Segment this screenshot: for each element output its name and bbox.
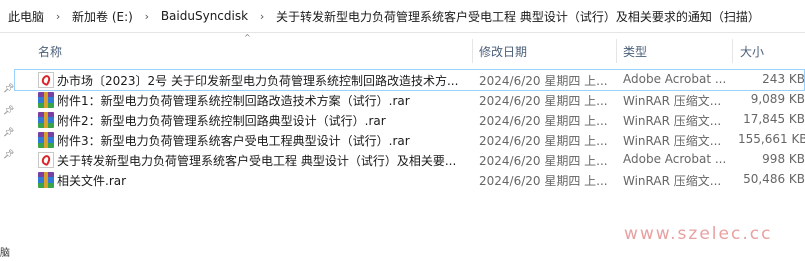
file-type: WinRAR 压缩文... bbox=[623, 94, 722, 108]
file-date-modified: 2024/6/20 星期四 上... bbox=[479, 134, 608, 148]
file-type: Adobe Acrobat ... bbox=[623, 152, 727, 166]
file-type: WinRAR 压缩文... bbox=[623, 134, 722, 148]
column-divider[interactable] bbox=[732, 39, 733, 63]
file-name: 相关文件.rar bbox=[57, 174, 127, 188]
column-header-type[interactable]: 类型 bbox=[623, 43, 647, 60]
pin-icon[interactable]: 📌︎ bbox=[3, 85, 14, 94]
file-size: 155,661 KB bbox=[738, 132, 805, 146]
file-date-modified: 2024/6/20 星期四 上... bbox=[479, 114, 608, 128]
file-type: WinRAR 压缩文... bbox=[623, 114, 722, 128]
nav-item-label[interactable]: 脑 bbox=[0, 244, 10, 259]
file-date-modified: 2024/6/20 星期四 上... bbox=[479, 74, 608, 88]
file-row[interactable]: 附件1：新型电力负荷管理系统控制回路改造技术方案（试行）.rar 2024/6/2… bbox=[14, 89, 805, 111]
pdf-icon bbox=[38, 152, 54, 168]
file-row[interactable]: 附件3：新型电力负荷管理系统客户受电工程典型设计（试行）.rar 2024/6/2… bbox=[14, 129, 805, 151]
file-row[interactable]: 关于转发新型电力负荷管理系统客户受电工程 典型设计（试行）及相关要... 2024… bbox=[14, 149, 805, 171]
sort-up-icon: ^ bbox=[244, 33, 251, 42]
file-size: 9,089 KB bbox=[750, 92, 805, 106]
file-size: 243 KB bbox=[762, 72, 805, 86]
rar-icon bbox=[38, 112, 54, 128]
watermark: www.szelec.cc bbox=[624, 224, 773, 244]
rar-icon bbox=[38, 92, 54, 108]
breadcrumb-drive-e[interactable]: 新加卷 (E:) bbox=[71, 8, 134, 25]
file-name: 附件1：新型电力负荷管理系统控制回路改造技术方案（试行）.rar bbox=[57, 94, 410, 108]
file-size: 17,845 KB bbox=[743, 112, 805, 126]
column-divider[interactable] bbox=[472, 39, 473, 63]
rar-icon bbox=[38, 132, 54, 148]
file-name: 办市场〔2023〕2号 关于印发新型电力负荷管理系统控制回路改造技术方... bbox=[57, 74, 459, 88]
rar-icon bbox=[38, 172, 54, 188]
file-row[interactable]: 办市场〔2023〕2号 关于印发新型电力负荷管理系统控制回路改造技术方... 20… bbox=[14, 69, 805, 91]
file-size: 998 KB bbox=[762, 152, 805, 166]
chevron-right-icon[interactable]: › bbox=[134, 10, 160, 23]
file-size: 50,486 KB bbox=[743, 172, 805, 186]
file-name: 附件2：新型电力负荷管理系统控制回路典型设计（试行）.rar bbox=[57, 114, 386, 128]
file-row[interactable]: 相关文件.rar 2024/6/20 星期四 上... WinRAR 压缩文... 5… bbox=[14, 169, 805, 191]
chevron-right-icon[interactable]: › bbox=[45, 10, 71, 23]
breadcrumb-current-folder[interactable]: 关于转发新型电力负荷管理系统客户受电工程 典型设计（试行）及相关要求的通知（扫描… bbox=[275, 8, 761, 25]
file-date-modified: 2024/6/20 星期四 上... bbox=[479, 174, 608, 188]
file-type: WinRAR 压缩文... bbox=[623, 174, 722, 188]
file-name: 附件3：新型电力负荷管理系统客户受电工程典型设计（试行）.rar bbox=[57, 134, 410, 148]
column-divider[interactable] bbox=[616, 39, 617, 63]
column-header-row: ^ 名称 修改日期 类型 大小 bbox=[14, 33, 805, 65]
column-header-size[interactable]: 大小 bbox=[740, 43, 764, 60]
file-name: 关于转发新型电力负荷管理系统客户受电工程 典型设计（试行）及相关要... bbox=[57, 154, 457, 168]
chevron-right-icon[interactable]: › bbox=[249, 10, 275, 23]
breadcrumb-baidusyncdisk[interactable]: BaiduSyncdisk bbox=[160, 9, 249, 23]
column-header-date[interactable]: 修改日期 bbox=[479, 43, 527, 60]
pin-icon[interactable]: 📌︎ bbox=[3, 129, 14, 138]
pin-icon[interactable]: 📌︎ bbox=[3, 151, 14, 160]
pin-icon[interactable]: 📌︎ bbox=[3, 107, 14, 116]
column-header-name[interactable]: 名称 bbox=[38, 43, 62, 60]
breadcrumb-this-pc[interactable]: 此电脑 bbox=[0, 8, 45, 25]
navigation-pane[interactable]: 📌︎ 📌︎ 📌︎ 📌︎ 脑 bbox=[0, 33, 14, 261]
file-row[interactable]: 附件2：新型电力负荷管理系统控制回路典型设计（试行）.rar 2024/6/20 … bbox=[14, 109, 805, 131]
pdf-icon bbox=[38, 72, 54, 88]
file-date-modified: 2024/6/20 星期四 上... bbox=[479, 154, 608, 168]
address-bar[interactable]: 此电脑 › 新加卷 (E:) › BaiduSyncdisk › 关于转发新型电… bbox=[0, 0, 805, 33]
file-date-modified: 2024/6/20 星期四 上... bbox=[479, 94, 608, 108]
file-type: Adobe Acrobat ... bbox=[623, 72, 727, 86]
